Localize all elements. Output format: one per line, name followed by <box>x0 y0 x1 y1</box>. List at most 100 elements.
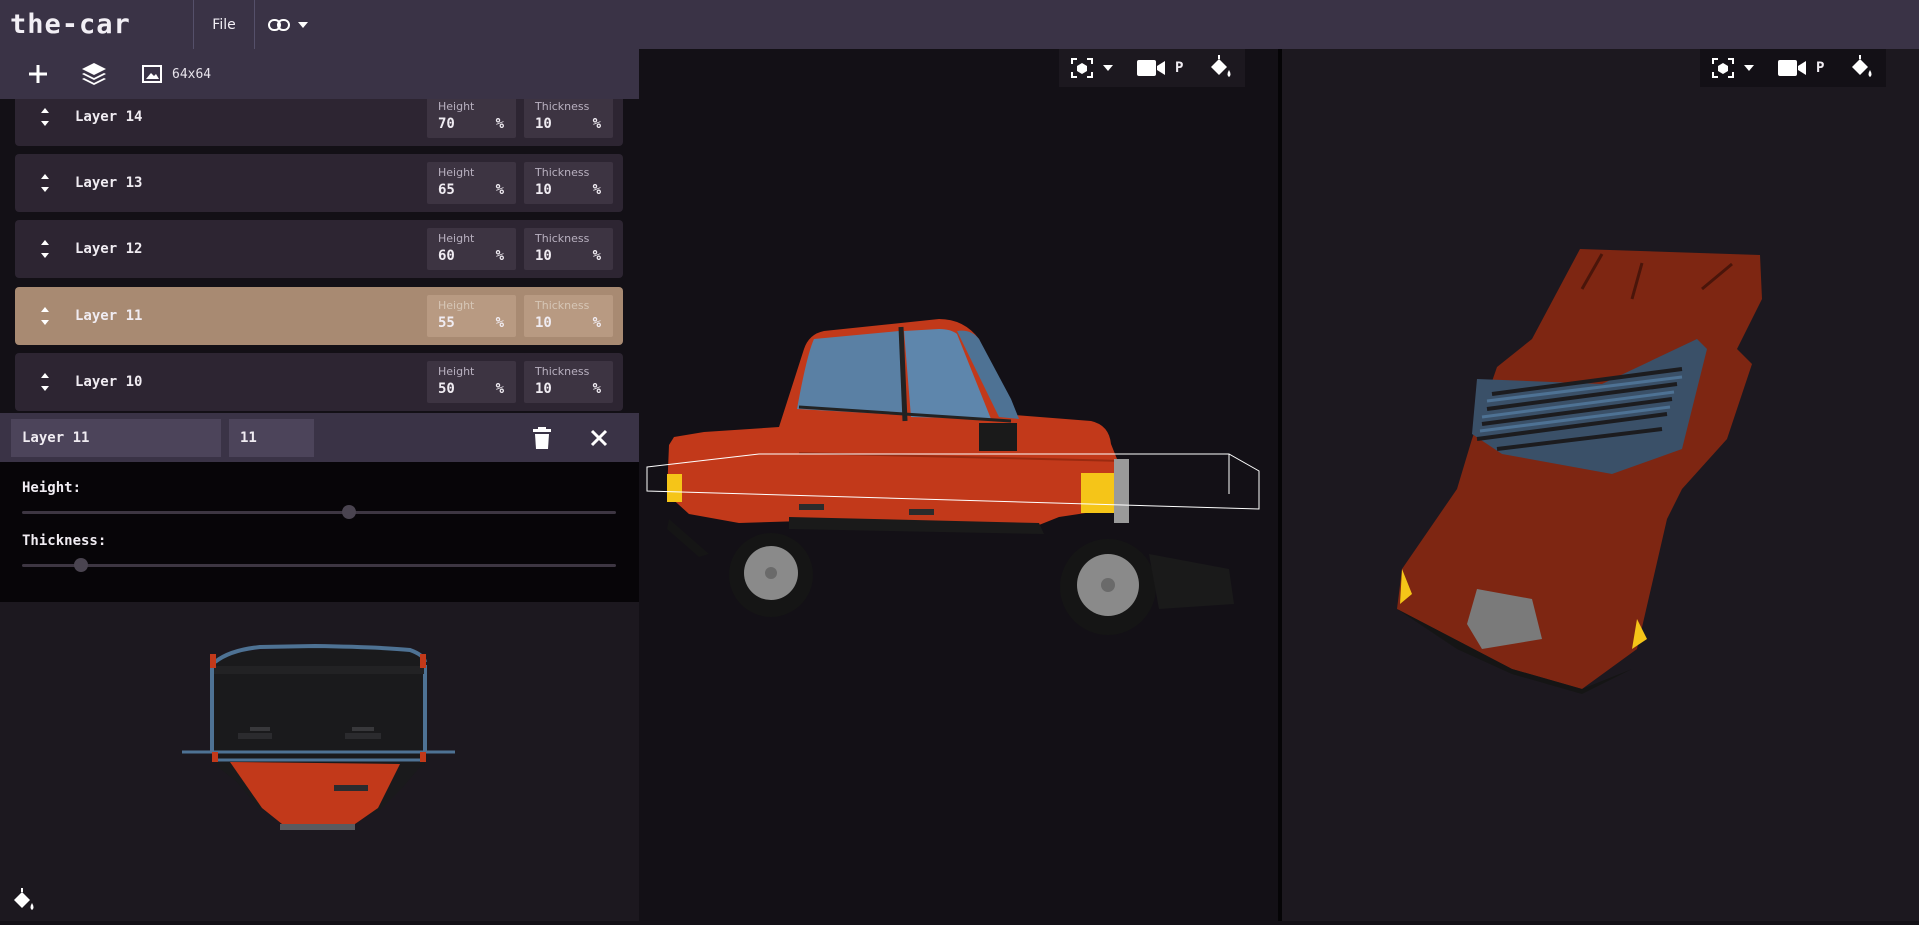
car-top-model <box>1397 249 1762 694</box>
thickness-label: Thickness <box>535 100 590 113</box>
thickness-unit: % <box>592 381 601 397</box>
thickness-value: 10 <box>535 381 552 397</box>
layer-reorder <box>15 220 75 278</box>
thickness-unit: % <box>592 116 601 132</box>
move-down-arrow-icon[interactable] <box>41 187 49 192</box>
move-down-arrow-icon[interactable] <box>41 386 49 391</box>
thickness-value: 10 <box>535 248 552 264</box>
layer-item[interactable]: Layer 13 Height 65% Thickness 10% <box>15 154 623 212</box>
layer-thickness-field[interactable]: Thickness 10% <box>524 99 613 138</box>
move-up-arrow-icon[interactable] <box>41 174 49 179</box>
height-unit: % <box>495 315 504 331</box>
layer-2d-preview[interactable] <box>0 602 639 921</box>
layer-item-selected[interactable]: Layer 11 Height 55% Thickness 10% <box>15 287 623 345</box>
layer-thickness-field[interactable]: Thickness 10% <box>524 228 613 270</box>
layer-reorder <box>15 287 75 345</box>
move-up-arrow-icon[interactable] <box>41 307 49 312</box>
height-value: 60 <box>438 248 455 264</box>
layer-name: Layer 12 <box>75 241 143 257</box>
thickness-value: 10 <box>535 182 552 198</box>
layer-name: Layer 11 <box>75 308 143 324</box>
close-icon <box>590 429 608 446</box>
viewport-top[interactable]: P <box>1282 49 1919 921</box>
layer-item[interactable]: Layer 12 Height 60% Thickness 10% <box>15 220 623 278</box>
height-slider-label: Height: <box>22 480 82 496</box>
layer-name: Layer 10 <box>75 374 143 390</box>
layer-name-input[interactable] <box>11 418 221 457</box>
canvas-size-label: 64x64 <box>172 66 212 82</box>
layer-thickness-field[interactable]: Thickness 10% <box>524 162 613 204</box>
height-unit: % <box>495 116 504 132</box>
height-label: Height <box>438 365 475 378</box>
add-layer-button[interactable] <box>10 49 66 99</box>
layers-icon <box>82 63 106 85</box>
move-up-arrow-icon[interactable] <box>41 108 49 113</box>
layer-item[interactable]: Layer 14 Height 70% Thickness 10% <box>15 99 623 146</box>
thickness-value: 10 <box>535 315 552 331</box>
layer-thickness-field[interactable]: Thickness 10% <box>524 295 613 337</box>
layer-reorder <box>15 99 75 146</box>
layer-height-field[interactable]: Height 70% <box>427 99 516 138</box>
app-logo: the-car <box>0 0 194 49</box>
move-down-arrow-icon[interactable] <box>41 320 49 325</box>
paint-bucket-button[interactable] <box>10 888 36 914</box>
thickness-slider-thumb[interactable] <box>74 558 89 572</box>
close-edit-button[interactable] <box>575 413 623 462</box>
height-label: Height <box>438 166 475 179</box>
layer-name: Layer 14 <box>75 109 143 125</box>
viewport-side[interactable]: P <box>639 49 1278 921</box>
height-unit: % <box>495 248 504 264</box>
height-value: 70 <box>438 116 455 132</box>
image-icon <box>142 65 162 83</box>
thickness-value: 10 <box>535 116 552 132</box>
thickness-label: Thickness <box>535 166 590 179</box>
link-menu[interactable] <box>255 0 321 49</box>
plus-icon <box>29 65 47 83</box>
layer-height-field[interactable]: Height 65% <box>427 162 516 204</box>
height-slider[interactable] <box>22 505 616 519</box>
height-label: Height <box>438 299 475 312</box>
layer-slider-panel: Height: Thickness: <box>0 462 639 602</box>
layer-height-field[interactable]: Height 60% <box>427 228 516 270</box>
layer-index-input[interactable] <box>229 418 314 457</box>
thickness-slider-label: Thickness: <box>22 533 107 549</box>
height-unit: % <box>495 182 504 198</box>
canvas-size-button[interactable]: 64x64 <box>122 65 211 83</box>
height-label: Height <box>438 232 475 245</box>
thickness-slider[interactable] <box>22 558 616 572</box>
move-up-arrow-icon[interactable] <box>41 240 49 245</box>
move-down-arrow-icon[interactable] <box>41 121 49 126</box>
layer-thickness-field[interactable]: Thickness 10% <box>524 361 613 403</box>
layer-edit-bar <box>0 413 639 462</box>
height-slider-thumb[interactable] <box>341 505 356 519</box>
thickness-label: Thickness <box>535 299 590 312</box>
thickness-unit: % <box>592 248 601 264</box>
height-unit: % <box>495 381 504 397</box>
layer-reorder <box>15 154 75 212</box>
layer-reorder <box>15 353 75 411</box>
layers-button[interactable] <box>66 49 122 99</box>
car-side-model <box>646 319 1260 635</box>
file-menu[interactable]: File <box>194 0 255 49</box>
move-down-arrow-icon[interactable] <box>41 253 49 258</box>
layer-height-field[interactable]: Height 50% <box>427 361 516 403</box>
thickness-unit: % <box>592 315 601 331</box>
chevron-down-icon <box>298 21 308 28</box>
layer-height-field[interactable]: Height 55% <box>427 295 516 337</box>
layer-toolbar: 64x64 <box>0 49 639 99</box>
delete-layer-button[interactable] <box>518 413 566 462</box>
thickness-label: Thickness <box>535 365 590 378</box>
height-value: 55 <box>438 315 455 331</box>
layer-list: Layer 14 Height 70% Thickness 10% Layer 13… <box>0 99 639 413</box>
thickness-label: Thickness <box>535 232 590 245</box>
layer-item[interactable]: Layer 10 Height 50% Thickness 10% <box>15 353 623 411</box>
height-value: 65 <box>438 182 455 198</box>
top-bar: the-car File <box>0 0 1919 49</box>
pixel-car-top-view <box>182 643 455 830</box>
height-label: Height <box>438 100 475 113</box>
thickness-unit: % <box>592 182 601 198</box>
link-icon <box>268 18 290 31</box>
trash-icon <box>533 426 551 449</box>
move-up-arrow-icon[interactable] <box>41 373 49 378</box>
height-value: 50 <box>438 381 455 397</box>
